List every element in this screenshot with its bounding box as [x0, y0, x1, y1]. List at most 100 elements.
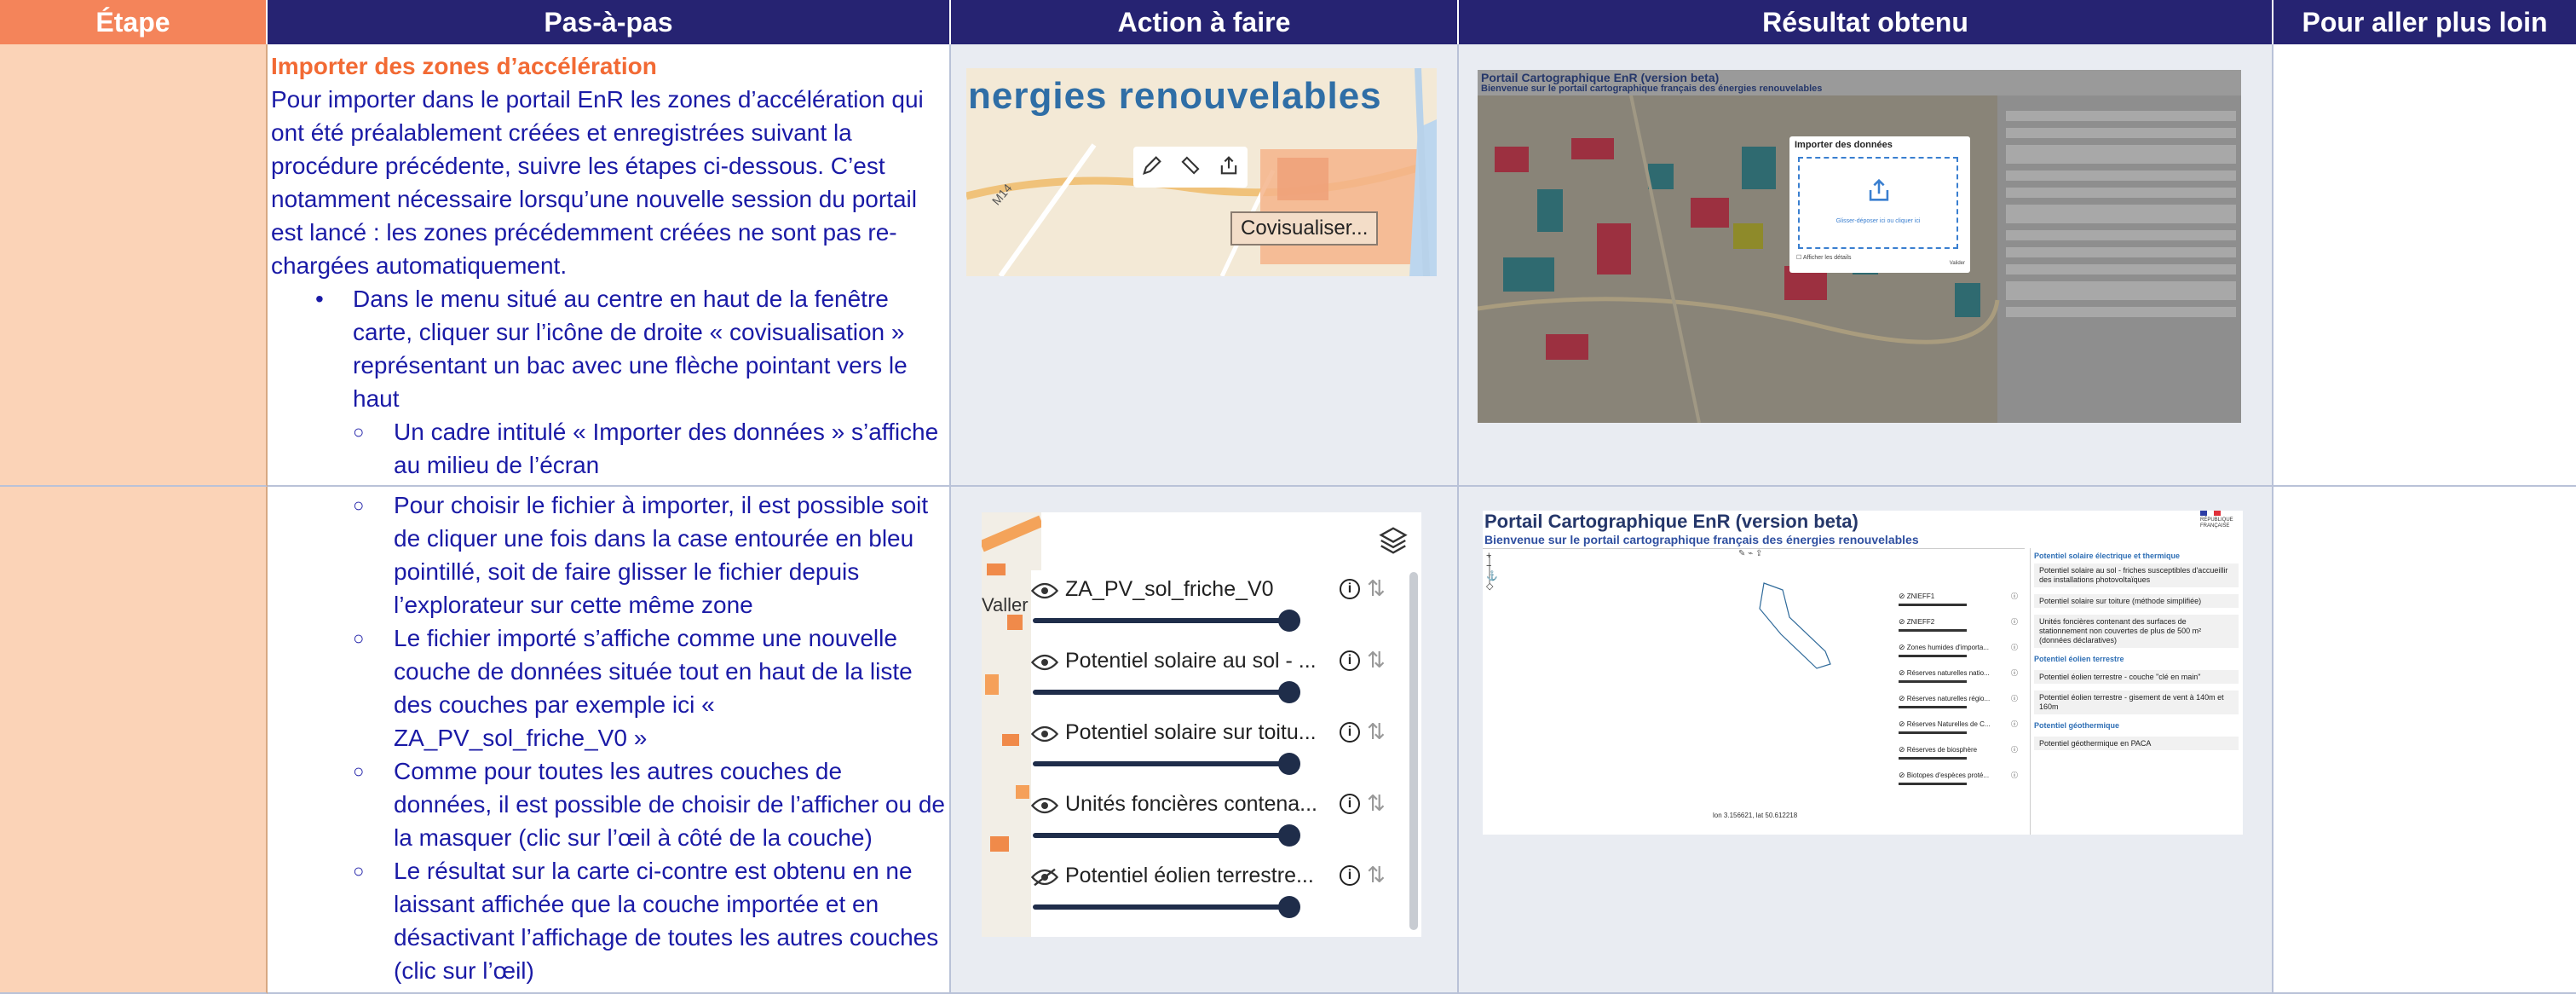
eye-icon[interactable]: [1030, 724, 1059, 748]
opacity-slider-handle[interactable]: [1278, 681, 1300, 703]
upload-icon[interactable]: [1217, 153, 1241, 182]
info-icon[interactable]: ⓘ: [2011, 771, 2018, 780]
mini-layer-name: Zones humides d'importa...: [1906, 644, 1990, 651]
mini-slider[interactable]: [1899, 629, 1967, 632]
mini-layer-row: ⊘ Réserves de biosphère ⓘ: [1899, 745, 2023, 771]
opacity-slider-handle[interactable]: [1278, 610, 1300, 632]
eye-off-icon[interactable]: ⊘: [1899, 694, 1905, 702]
layer-list: ZA_PV_sol_friche_V0 i ⇅ Potentiel solaire a…: [1030, 570, 1397, 937]
mini-layer-name: Réserves de biosphère: [1906, 746, 1978, 754]
mini-slider[interactable]: [1899, 655, 1967, 657]
mini-layer-name: ZNIEFF1: [1906, 592, 1935, 600]
pencil-icon[interactable]: [1140, 153, 1164, 182]
panel-item-2[interactable]: Potentiel solaire sur toiture (méthode s…: [2034, 594, 2239, 608]
eye-off-icon[interactable]: ⊘: [1899, 668, 1905, 677]
header-resultat: Résultat obtenu: [1459, 0, 2273, 44]
mini-layer-name: ZNIEFF2: [1906, 618, 1935, 626]
eye-icon[interactable]: [1030, 795, 1059, 820]
mini-slider[interactable]: [1899, 604, 1967, 606]
opacity-slider[interactable]: [1033, 690, 1288, 695]
mini-layer-name: Réserves naturelles natio...: [1906, 669, 1990, 677]
etape-cell-1: [0, 44, 268, 487]
map-tools[interactable]: ✎ ⌁ ⇪: [1738, 549, 1762, 558]
mini-slider[interactable]: [1899, 680, 1967, 683]
info-icon[interactable]: i: [1340, 722, 1360, 743]
opacity-slider-handle[interactable]: [1278, 753, 1300, 775]
mini-slider[interactable]: [1899, 731, 1967, 734]
eye-off-icon[interactable]: [1030, 867, 1059, 892]
ruler-icon[interactable]: [1179, 153, 1202, 182]
reorder-icon[interactable]: ⇅: [1367, 647, 1386, 673]
panel-item-3[interactable]: Unités foncières contenant des surfaces …: [2034, 615, 2239, 648]
result-cell-2: Portail Cartographique EnR (version beta…: [1459, 487, 2273, 994]
layer-row: Unités foncières contena... i ⇅: [1030, 785, 1397, 853]
opacity-slider[interactable]: [1033, 761, 1288, 766]
reorder-icon[interactable]: ⇅: [1367, 790, 1386, 817]
panel-section-2: Potentiel éolien terrestre: [2034, 655, 2124, 663]
upload-icon: [1864, 176, 1893, 209]
layer-name: ZA_PV_sol_friche_V0: [1065, 577, 1274, 601]
header-aller-plus-loin: Pour aller plus loin: [2273, 0, 2576, 44]
step2-bullet-1: Pour choisir le fichier à importer, il e…: [271, 488, 946, 621]
opacity-slider-handle[interactable]: [1278, 824, 1300, 847]
info-icon[interactable]: i: [1340, 579, 1360, 599]
step-sub-bullet: Un cadre intitulé « Importer des données…: [271, 415, 946, 482]
result-cell-1: Portail Cartographique EnR (version beta…: [1459, 44, 2273, 487]
info-icon[interactable]: i: [1340, 794, 1360, 814]
details-checkbox[interactable]: ☐ Afficher les détails: [1796, 254, 1852, 261]
step-title: Importer des zones d’accélération: [271, 53, 657, 79]
panel-section-1: Potentiel solaire électrique et thermiqu…: [2034, 552, 2181, 560]
layer-name: Potentiel solaire au sol - ...: [1065, 649, 1317, 673]
mini-layer-row: ⊘ Réserves naturelles régio... ⓘ: [1899, 694, 2023, 719]
mini-layer-name: Réserves Naturelles de C...: [1906, 720, 1991, 728]
layer-name: Potentiel solaire sur toitu...: [1065, 720, 1317, 744]
layer-mini-list: ⊘ ZNIEFF1 ⓘ ⊘ ZNIEFF2 ⓘ ⊘ Zones humides d'im…: [1899, 592, 2023, 796]
info-icon[interactable]: ⓘ: [2011, 719, 2018, 729]
info-icon[interactable]: ⓘ: [2011, 617, 2018, 627]
panel-section-3: Potentiel géothermique: [2034, 721, 2120, 730]
layers-icon[interactable]: [1377, 524, 1409, 561]
eye-icon[interactable]: [1030, 652, 1059, 677]
eye-off-icon[interactable]: ⊘: [1899, 592, 1905, 600]
reorder-icon[interactable]: ⇅: [1367, 862, 1386, 888]
portal-subtitle: Bienvenue sur le portail cartographique …: [1481, 84, 1823, 94]
info-icon[interactable]: ⓘ: [2011, 668, 2018, 678]
panel-item-5[interactable]: Potentiel éolien terrestre - gisement de…: [2034, 691, 2239, 714]
eye-off-icon[interactable]: ⊘: [1899, 617, 1905, 626]
zoom-controls[interactable]: + − ⚓ ◇: [1486, 551, 1498, 592]
eye-off-icon[interactable]: ⊘: [1899, 719, 1905, 728]
opacity-slider[interactable]: [1033, 833, 1288, 838]
eye-off-icon[interactable]: ⊘: [1899, 771, 1905, 779]
mini-slider[interactable]: [1899, 783, 1967, 785]
layer-name: Potentiel éolien terrestre...: [1065, 864, 1314, 887]
panel-item-1[interactable]: Potentiel solaire au sol - friches susce…: [2034, 563, 2239, 587]
portal-title: Portail Cartographique EnR (version beta…: [1481, 71, 1720, 84]
republic-logo: RÉPUBLIQUE FRANÇAISE: [2200, 511, 2238, 529]
validate-button[interactable]: Valider: [1950, 261, 1965, 266]
mini-layer-row: ⊘ ZNIEFF1 ⓘ: [1899, 592, 2023, 617]
result-screenshot-1: Portail Cartographique EnR (version beta…: [1478, 70, 2241, 423]
mini-layer-row: ⊘ Biotopes d'espèces proté... ⓘ: [1899, 771, 2023, 796]
info-icon[interactable]: ⓘ: [2011, 694, 2018, 703]
reorder-icon[interactable]: ⇅: [1367, 575, 1386, 602]
layer-scrollbar[interactable]: [1409, 572, 1418, 930]
mini-slider[interactable]: [1899, 757, 1967, 760]
info-icon[interactable]: ⓘ: [2011, 745, 2018, 754]
mini-slider[interactable]: [1899, 706, 1967, 708]
panel-item-6[interactable]: Potentiel géothermique en PACA: [2034, 737, 2239, 750]
reorder-icon[interactable]: ⇅: [1367, 719, 1386, 745]
info-icon[interactable]: i: [1340, 650, 1360, 671]
info-icon[interactable]: i: [1340, 865, 1360, 886]
panel-item-4[interactable]: Potentiel éolien terrestre - couche "clé…: [2034, 670, 2239, 684]
info-icon[interactable]: ⓘ: [2011, 592, 2018, 601]
info-icon[interactable]: ⓘ: [2011, 643, 2018, 652]
eye-off-icon[interactable]: ⊘: [1899, 643, 1905, 651]
republic-logo-text: RÉPUBLIQUE FRANÇAISE: [2200, 517, 2233, 529]
eye-off-icon[interactable]: ⊘: [1899, 745, 1905, 754]
opacity-slider[interactable]: [1033, 618, 1288, 623]
opacity-slider[interactable]: [1033, 904, 1288, 910]
eye-icon[interactable]: [1030, 581, 1059, 605]
drop-zone[interactable]: Glisser-déposer ici ou cliquer ici: [1798, 157, 1958, 249]
opacity-slider-handle[interactable]: [1278, 896, 1300, 918]
further-cell-2: [2273, 487, 2576, 994]
